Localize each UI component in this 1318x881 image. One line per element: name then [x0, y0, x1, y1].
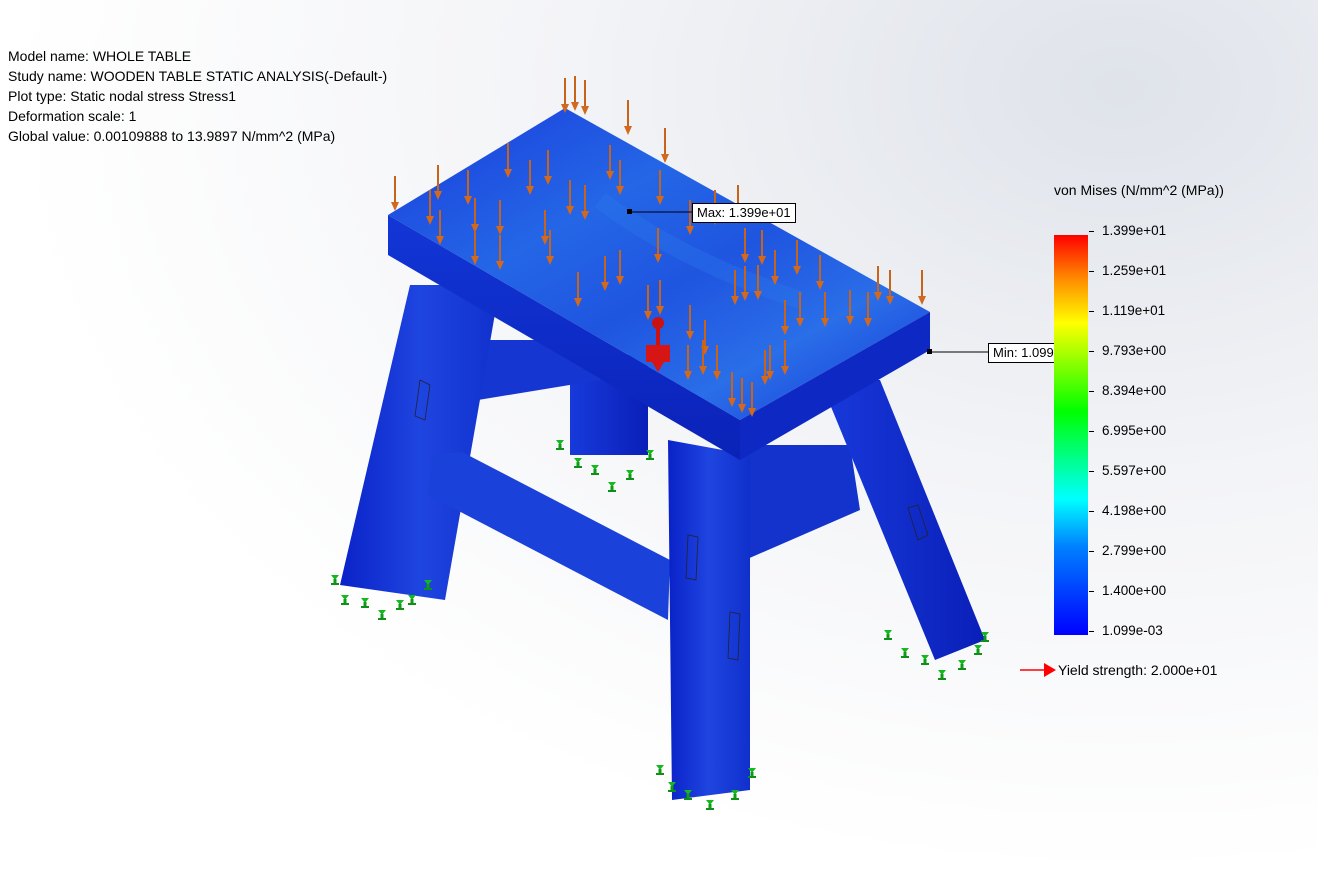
color-scale-bar	[1054, 235, 1088, 635]
yield-arrow-icon	[1020, 663, 1056, 677]
front-leg[interactable]	[668, 440, 750, 800]
left-leg[interactable]	[340, 285, 500, 600]
legend-tick-label: 1.259e+01	[1102, 263, 1167, 278]
yield-strength-indicator: Yield strength: 2.000e+01	[1020, 662, 1217, 678]
model-viewport[interactable]	[0, 0, 1318, 881]
legend-tick-label: 4.198e+00	[1102, 503, 1167, 518]
legend-tick	[1089, 391, 1094, 392]
front-crossbar[interactable]	[428, 452, 670, 620]
legend-tick	[1089, 311, 1094, 312]
legend-tick-label: 1.119e+01	[1102, 303, 1166, 318]
max-stress-callout[interactable]: Max: 1.399e+01	[692, 203, 796, 223]
legend-tick	[1089, 271, 1094, 272]
legend-tick-label: 8.394e+00	[1102, 383, 1167, 398]
legend-tick	[1089, 431, 1094, 432]
legend-tick	[1089, 591, 1094, 592]
legend-tick	[1089, 351, 1094, 352]
legend-tick-label: 1.399e+01	[1102, 223, 1167, 238]
right-crossbar[interactable]	[745, 445, 860, 560]
legend-tick	[1089, 471, 1094, 472]
legend-title: von Mises (N/mm^2 (MPa))	[1054, 182, 1224, 198]
legend-tick-label: 1.099e-03	[1102, 623, 1163, 638]
legend-tick-label: 5.597e+00	[1102, 463, 1167, 478]
legend-tick	[1089, 631, 1094, 632]
legend-tick	[1089, 231, 1094, 232]
yield-strength-label: Yield strength: 2.000e+01	[1058, 662, 1218, 678]
legend-tick	[1089, 551, 1094, 552]
legend-tick-label: 6.995e+00	[1102, 423, 1167, 438]
right-leg[interactable]	[820, 380, 985, 660]
legend-tick	[1089, 511, 1094, 512]
legend-tick-label: 2.799e+00	[1102, 543, 1167, 558]
legend-tick-label: 1.400e+00	[1102, 583, 1167, 598]
legend-tick-label: 9.793e+00	[1102, 343, 1167, 358]
